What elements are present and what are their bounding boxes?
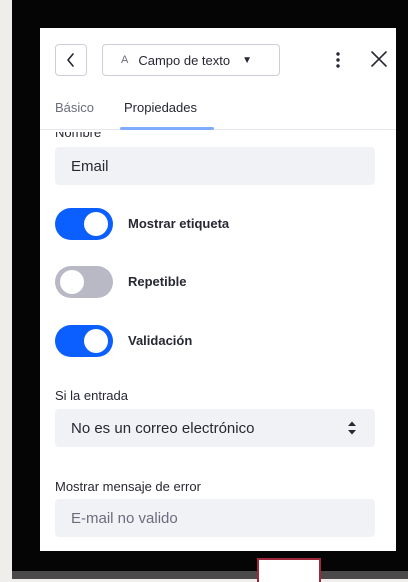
text-field-icon: A xyxy=(121,54,129,66)
error-message-label: Mostrar mensaje de error xyxy=(55,479,201,494)
sidebar-panel: A Campo de texto ▼ Básico Propiedades No… xyxy=(40,28,396,551)
toggle-knob xyxy=(84,212,108,236)
repeatable-toggle-label: Repetible xyxy=(128,274,187,289)
show-label-toggle[interactable] xyxy=(55,208,113,240)
chevron-left-icon xyxy=(67,53,74,67)
condition-select-value: No es un correo electrónico xyxy=(71,419,255,437)
validation-toggle-label: Validación xyxy=(128,333,193,348)
validation-toggle[interactable] xyxy=(55,325,113,357)
bottom-tab-handle[interactable] xyxy=(257,558,321,582)
show-label-toggle-label: Mostrar etiqueta xyxy=(128,216,230,231)
more-options-button[interactable] xyxy=(330,46,346,74)
active-tab-indicator xyxy=(120,127,214,130)
condition-select[interactable]: No es un correo electrónico xyxy=(55,409,375,447)
toggle-knob xyxy=(84,329,108,353)
close-icon xyxy=(371,51,387,67)
name-label: Nombre xyxy=(55,132,102,140)
bottom-bar xyxy=(12,571,408,579)
field-type-dropdown[interactable]: A Campo de texto ▼ xyxy=(102,44,280,76)
error-message-input[interactable]: E-mail no valido xyxy=(55,499,375,537)
back-button[interactable] xyxy=(55,44,87,76)
name-input[interactable]: Email xyxy=(55,147,375,185)
toggle-knob xyxy=(60,270,84,294)
condition-label: Si la entrada xyxy=(55,388,128,403)
name-label-container: Nombre xyxy=(55,132,255,140)
ellipsis-vertical-icon xyxy=(336,52,340,68)
tabs-divider xyxy=(40,129,396,130)
repeatable-toggle[interactable] xyxy=(55,266,113,298)
caret-down-icon: ▼ xyxy=(242,54,253,66)
tab-propiedades[interactable]: Propiedades xyxy=(124,100,197,115)
close-button[interactable] xyxy=(366,44,392,74)
tab-basico[interactable]: Básico xyxy=(55,100,94,115)
field-type-label: Campo de texto xyxy=(138,52,231,68)
select-arrows-icon xyxy=(348,421,356,435)
